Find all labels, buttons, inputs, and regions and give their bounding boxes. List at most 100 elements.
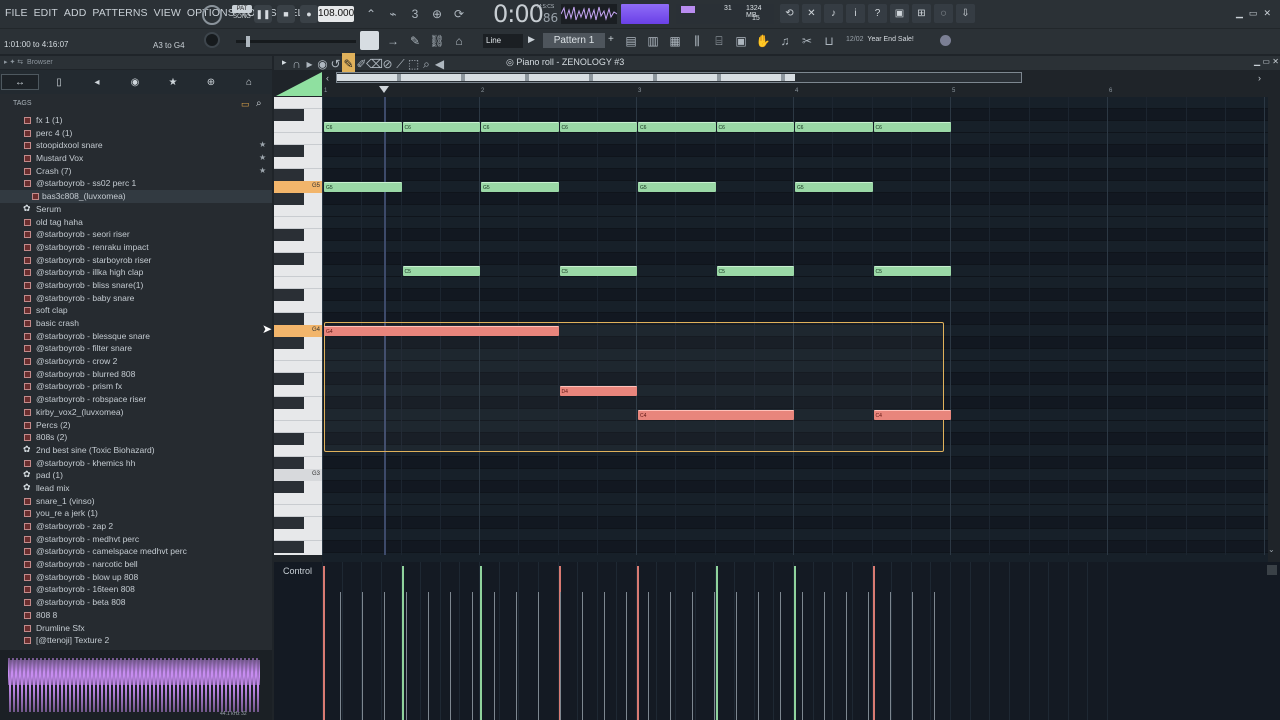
white-key[interactable] — [274, 385, 322, 397]
velocity-bar[interactable] — [637, 566, 639, 720]
browser-item[interactable]: ✿ 2nd best sine (Toxic Biohazard) — [0, 444, 272, 457]
velocity-bar[interactable] — [715, 566, 718, 720]
note[interactable]: C4 — [638, 410, 794, 420]
tuner-icon[interactable]: ♫ — [774, 30, 796, 52]
velocity-bar[interactable] — [758, 592, 759, 720]
browser-item[interactable]: @starboyrob - illka high clap — [0, 266, 272, 279]
note[interactable]: G5 — [795, 182, 873, 192]
slider-handle[interactable] — [246, 36, 250, 47]
note[interactable]: G5 — [638, 182, 716, 192]
white-key[interactable] — [274, 241, 322, 253]
velocity-bar[interactable] — [428, 592, 429, 720]
note[interactable]: G4 — [324, 326, 559, 336]
menu-item-add[interactable]: ADD — [64, 7, 86, 19]
promo[interactable]: 12/02 Year End Sale! — [846, 36, 914, 43]
velocity-bar[interactable] — [934, 592, 935, 720]
browser-item[interactable]: ✿ llead mix — [0, 482, 272, 495]
white-key[interactable] — [274, 217, 322, 229]
note[interactable]: C6 — [873, 122, 951, 132]
velocity-bar[interactable] — [384, 592, 385, 720]
control-scroll-icon[interactable] — [1267, 565, 1277, 575]
white-key[interactable] — [274, 301, 322, 313]
browser-item[interactable]: 808s (2) — [0, 431, 272, 444]
browser-item[interactable]: @starboyrob - medhvt perc — [0, 533, 272, 546]
velocity-bar[interactable] — [516, 592, 517, 720]
pencil-icon[interactable]: ✎ — [404, 30, 426, 52]
velocity-bar[interactable] — [648, 592, 649, 720]
browser-item[interactable]: @starboyrob - crow 2 — [0, 355, 272, 368]
browser-item[interactable]: old tag haha — [0, 216, 272, 229]
pattern-select[interactable]: Pattern 1 — [543, 33, 605, 48]
scroll-right-icon[interactable]: › — [1258, 73, 1261, 83]
tab-world[interactable]: ◉ — [116, 70, 154, 94]
browser-item[interactable]: Mustard Vox ★ — [0, 152, 272, 165]
channel-rack-icon[interactable]: ▦ — [664, 30, 686, 52]
loop-record-icon[interactable]: ⟳ — [448, 3, 470, 25]
velocity-bar[interactable] — [401, 566, 404, 720]
velocity-bar[interactable] — [824, 592, 825, 720]
velocity-bar[interactable] — [582, 592, 583, 720]
browser-item[interactable]: Percs (2) — [0, 419, 272, 432]
search-icon[interactable]: ⌕ — [256, 98, 262, 109]
tab-all[interactable]: ↔ — [1, 74, 39, 90]
velocity-bar[interactable] — [670, 592, 671, 720]
browser-item[interactable]: @starboyrob - blessque snare — [0, 330, 272, 343]
snap-icon[interactable] — [360, 31, 379, 50]
pr-minimize-icon[interactable]: ▁ — [1254, 57, 1260, 66]
white-key[interactable] — [274, 97, 322, 109]
browser-item[interactable]: @starboyrob - beta 808 — [0, 596, 272, 609]
play-icon[interactable]: ▸ — [303, 53, 316, 75]
browser-item[interactable]: bas3c808_(luvxomea) — [0, 190, 272, 203]
velocity-bar[interactable] — [802, 592, 803, 720]
black-key[interactable] — [274, 229, 304, 241]
piano-roll-menu-icon[interactable]: ▸ — [282, 57, 287, 68]
download-icon[interactable]: ⇩ — [956, 4, 975, 23]
menu-item-view[interactable]: VIEW — [154, 7, 181, 19]
magnet-icon[interactable]: ∩ — [290, 53, 303, 75]
browser-item[interactable]: basic crash — [0, 317, 272, 330]
browser-item[interactable]: @starboyrob - narcotic bell — [0, 558, 272, 571]
pattern-song-toggle[interactable]: PAT SONG — [232, 5, 252, 23]
plugin-db-icon[interactable]: ▣ — [730, 30, 752, 52]
white-key[interactable] — [274, 349, 322, 361]
wait-icon[interactable]: ⌁ — [382, 3, 404, 25]
blend-icon[interactable]: ⊕ — [426, 3, 448, 25]
chat-icon[interactable]: ◌ — [934, 4, 953, 23]
white-key[interactable] — [274, 361, 322, 373]
velocity-bar[interactable] — [692, 592, 693, 720]
note[interactable]: C6 — [324, 122, 402, 132]
note[interactable]: G5 — [481, 182, 559, 192]
note-grid[interactable]: C6 C6 C6 C6 C6 C6 C6 C6 G5 G5 G5 G5 C5 C5 C5 C5 G4 D4 C4 C4 — [322, 97, 1268, 565]
velocity-bar[interactable] — [323, 566, 325, 720]
tempo-display[interactable]: 108.000 — [318, 6, 354, 22]
browser-item[interactable]: ✿ pad (1) — [0, 469, 272, 482]
white-key[interactable] — [274, 277, 322, 289]
pattern-selector-icon[interactable] — [276, 72, 322, 96]
browser-item[interactable]: you_re a jerk (1) — [0, 507, 272, 520]
control-lane[interactable] — [274, 562, 1280, 720]
black-key[interactable] — [274, 541, 304, 553]
velocity-bar[interactable] — [794, 566, 796, 720]
cart-icon[interactable]: ⊔ — [818, 30, 840, 52]
browser-item[interactable]: @starboyrob - ss02 perc 1 — [0, 177, 272, 190]
white-key[interactable] — [274, 121, 322, 133]
note[interactable]: G5 — [324, 182, 402, 192]
note[interactable]: C6 — [795, 122, 873, 132]
main-pitch-knob[interactable] — [204, 32, 220, 48]
star-icon[interactable]: ★ — [259, 139, 266, 152]
control-label[interactable]: Control — [283, 566, 312, 576]
tab-store[interactable]: ⌂ — [230, 70, 268, 94]
playhead-marker[interactable] — [379, 86, 389, 93]
black-key[interactable] — [274, 457, 304, 469]
velocity-bar[interactable] — [890, 592, 891, 720]
mic-icon[interactable]: ♪ — [824, 4, 843, 23]
velocity-bar[interactable] — [406, 592, 407, 720]
browser-item[interactable]: @starboyrob - blow up 808 — [0, 571, 272, 584]
tab-connections[interactable]: ⊕ — [192, 70, 230, 94]
record-button[interactable]: ● — [300, 5, 318, 23]
grid-scroll-down-icon[interactable]: ⌄ — [1268, 545, 1275, 554]
browser-item[interactable]: @starboyrob - prism fx — [0, 380, 272, 393]
cut-icon[interactable]: ✂ — [796, 30, 818, 52]
menu-item-file[interactable]: FILE — [5, 7, 28, 19]
timeline[interactable]: 1 2 3 4 5 6 — [322, 85, 1268, 97]
